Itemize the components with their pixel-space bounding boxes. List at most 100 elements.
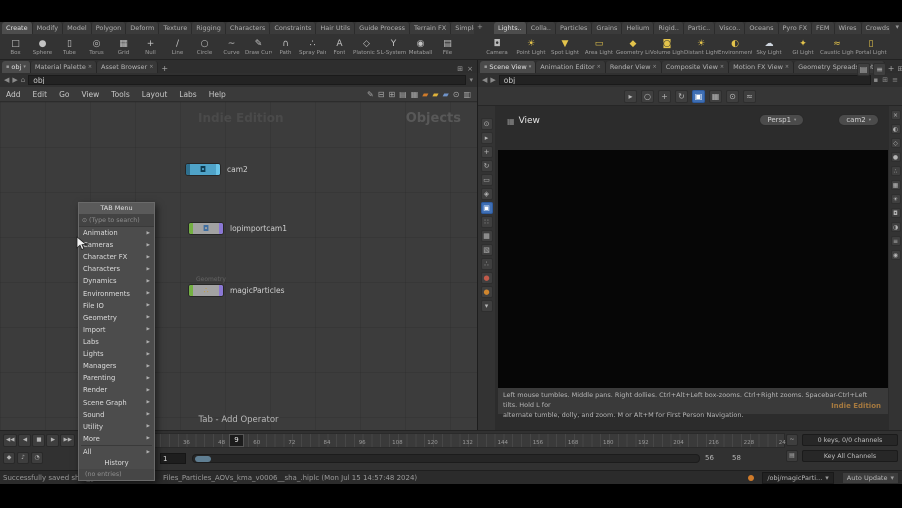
new-pane-tab-icon[interactable]: + [885,64,898,73]
shelf-tool-file[interactable]: ▤ File [434,35,461,60]
background-icon[interactable]: ◑ [890,222,901,232]
handles-tool-icon[interactable]: ◈ [480,188,493,200]
shelf-tab-grains[interactable]: Grains [592,22,623,34]
camera-view-icon[interactable]: ◘ [890,208,901,218]
tabmenu-item-all[interactable]: All ▶ [79,446,154,458]
tabmenu-item-parenting[interactable]: Parenting ▶ [79,372,154,384]
camera-pill-persp1[interactable]: Persp1 ▾ [759,114,805,126]
tabmenu-item-environments[interactable]: Environments ▶ [79,288,154,300]
shelf-tool-path[interactable]: ∩ Path [272,35,299,60]
rotate-icon[interactable]: ↻ [675,89,688,103]
shelf-overflow-icon[interactable]: ▾ [895,23,899,31]
snapshot-icon[interactable]: ● [480,286,493,298]
shelf-tab-terrain-fx[interactable]: Terrain FX [409,22,452,34]
shelf-tool-camera[interactable]: ◘ Camera [480,35,514,60]
secure-selection-icon[interactable]: ▣ [692,89,705,103]
memory-icon[interactable]: ◉ [890,250,901,260]
display-grid-icon[interactable]: ▦ [890,180,901,190]
current-frame-field[interactable] [160,453,186,464]
shelf-tool-grid[interactable]: ▦ Grid [110,35,137,60]
lighting-icon[interactable]: ☀ [890,194,901,204]
folder-blue-icon[interactable]: ▰ [443,90,449,99]
range-slider-handle[interactable] [195,456,211,462]
shelf-tool-sky-light[interactable]: ☁ Sky Light [752,35,786,60]
shelf-tab-guide-process[interactable]: Guide Process [355,22,410,34]
shelf-tab-particles[interactable]: Particles [556,22,593,34]
link-editor-icon[interactable]: ⊞ [882,76,888,84]
shelf-tool-distant-light[interactable]: ☀ Distant Light [684,35,718,60]
tabmenu-item-cameras[interactable]: Cameras ▶ [79,239,154,251]
shelf-tool-null[interactable]: + Null [137,35,164,60]
pin-icon[interactable]: ▪ [484,64,487,70]
tabmenu-item-managers[interactable]: Managers ▶ [79,360,154,372]
shelf-tool-box[interactable]: □ Box [2,35,29,60]
shelf-tab-partic[interactable]: Partic.. [683,22,716,34]
shelf-tab-oceans[interactable]: Oceans [745,22,779,34]
pane-close-icon[interactable]: × [467,65,473,73]
forward-icon[interactable]: ▶ [490,76,495,84]
tabmenu-item-animation[interactable]: Animation ▶ [79,227,154,239]
shelf-tab-hair-utils[interactable]: Hair Utils [316,22,356,34]
snap-icon[interactable]: ▦ [709,89,722,103]
context-selector[interactable]: /obj/magicParti... ▾ [762,471,834,484]
view-options-icon[interactable]: ≡ [890,236,901,246]
shelf-tab-fem[interactable]: FEM [812,22,835,34]
shelf-tool-draw-curve[interactable]: ✎Draw Curve [245,35,272,60]
viewport-menu-icon[interactable]: ≡ [873,63,886,76]
close-tab-icon[interactable]: × [88,64,92,70]
play-forward-button[interactable]: ▶ [46,434,60,447]
menu-tools[interactable]: Tools [105,90,135,99]
playhead-marker[interactable]: 9 [229,434,244,447]
snap-grid-icon[interactable]: ▦ [411,90,419,99]
key-all-channels-button[interactable]: Key All Channels [802,450,898,462]
pane-tab-asset-browser[interactable]: Asset Browser × [97,61,159,73]
view-hand-icon[interactable]: ⊙ [480,118,493,130]
pin-icon[interactable]: ▪ [6,64,9,70]
tabmenu-item-render[interactable]: Render ▶ [79,384,154,396]
flipbook-icon[interactable]: ● [480,272,493,284]
shelf-tool-area-light[interactable]: ▭ Area Light [582,35,616,60]
shelf-tool-tube[interactable]: ▯ Tube [56,35,83,60]
grid-layout-icon[interactable]: ⊞ [388,90,395,99]
display-options-icon[interactable]: ▤ [857,63,870,76]
shelf-tab-simple-fx[interactable]: Simple FX [451,22,474,34]
auto-update-selector[interactable]: Auto Update ▾ [841,471,899,484]
shelf-tool-sphere[interactable]: ● Sphere [29,35,56,60]
shelf-tool-curve[interactable]: ~ Curve [218,35,245,60]
close-tab-icon[interactable]: × [785,64,789,70]
channel-list-icon[interactable]: ▤ [786,450,798,462]
pane-menu-icon[interactable]: ≡ [892,76,898,84]
pane-tab-animation-editor[interactable]: Animation Editor × [536,61,606,73]
tabmenu-item-sound[interactable]: Sound ▶ [79,409,154,421]
timeline-ruler[interactable]: 9 12243648607284961081201321441561681801… [80,433,789,448]
close-tab-icon[interactable]: × [720,64,724,70]
shelf-tab-rigging[interactable]: Rigging [192,22,226,34]
new-pane-tab-icon[interactable]: + [158,64,171,73]
shelf-tool-platonic-solids[interactable]: ◇Platonic Solids [353,35,380,60]
tabmenu-search-input[interactable] [89,216,151,224]
camera-pill-cam2[interactable]: cam2 ▾ [838,114,879,126]
pane-split-icon[interactable]: ⊞ [457,65,463,73]
jump-to-start-button[interactable]: ◀◀ [3,434,18,447]
shelf-tab-characters[interactable]: Characters [225,22,271,34]
shelf-tab-crowds[interactable]: Crowds [861,22,890,34]
shelf-tab-create[interactable]: Create [2,22,33,34]
realtime-toggle-icon[interactable]: ◔ [31,452,43,464]
menu-edit[interactable]: Edit [27,90,54,99]
rotate-tool-icon[interactable]: ↻ [480,160,493,172]
pane-tab-composite-view[interactable]: Composite View × [661,61,730,73]
playback-range-slider[interactable] [192,454,700,463]
global-end-field[interactable]: 58 [732,454,741,462]
shelf-tool-torus[interactable]: ◎ Torus [83,35,110,60]
menu-go[interactable]: Go [53,90,75,99]
points-display-icon[interactable]: ∴ [480,258,493,270]
viewport-canvas[interactable]: ▦ View Persp1 ▾ cam2 ▾ Left mouse tumbles. … [495,106,889,430]
pane-split-icon[interactable]: ⊞ [897,65,902,73]
shelf-tool-point-light[interactable]: ☀ Point Light [514,35,548,60]
folder-yellow-icon[interactable]: ▰ [432,90,438,99]
pane-tab-render-view[interactable]: Render View × [605,61,662,73]
overview-icon[interactable]: ▥ [463,90,471,99]
wrench-icon[interactable]: ✎ [367,90,374,99]
tabmenu-item-character-fx[interactable]: Character FX ▶ [79,251,154,263]
viewport-path-field[interactable]: obj [498,75,871,85]
